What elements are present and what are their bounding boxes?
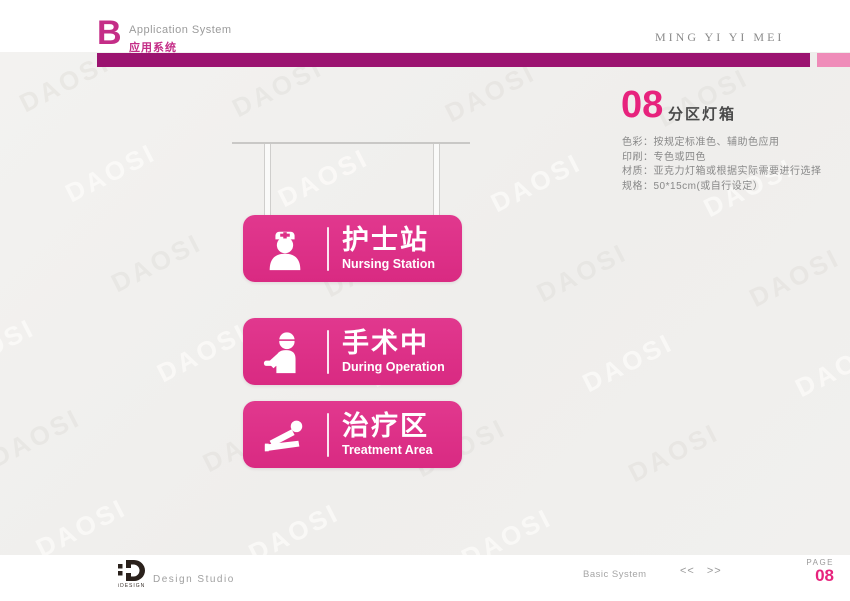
section-letter: B: [97, 16, 122, 50]
logo-wordmark: iDESIGN: [118, 583, 145, 589]
studio-name: Design Studio: [153, 574, 235, 585]
header-bar-light: [817, 53, 850, 67]
sign-label-en: During Operation: [342, 360, 445, 374]
page-indicator: PAGE 08: [806, 558, 834, 586]
patient-bed-icon: [243, 412, 327, 458]
prev-page-button[interactable]: <<: [680, 565, 695, 577]
vi-manual-page: DAOSIDAOSIDAOSIDAOSIDAOSIDAOSIDAOSIDAOSI…: [0, 0, 850, 601]
watermark-layer: DAOSIDAOSIDAOSIDAOSIDAOSIDAOSIDAOSIDAOSI…: [0, 52, 850, 555]
hanging-rod-left: [264, 144, 271, 216]
item-title: 分区灯箱: [668, 103, 736, 124]
header-bar-dark: [97, 53, 810, 67]
next-page-button[interactable]: >>: [707, 565, 722, 577]
sign-label-zh: 手术中: [342, 330, 445, 357]
sign-treatment-area: 治疗区 Treatment Area: [243, 401, 462, 468]
sign-label-en: Treatment Area: [342, 443, 433, 457]
nurse-icon: [243, 226, 327, 272]
spec-size: 规格：50*15cm(或自行设定）: [622, 180, 822, 195]
spec-color: 色彩：按规定标准色、辅助色应用: [622, 136, 822, 151]
sign-divider: [327, 413, 329, 457]
sign-label-zh: 护士站: [342, 227, 435, 254]
item-number: 08: [621, 86, 663, 124]
brand-name: MING YI YI MEI: [655, 30, 784, 45]
spec-material: 材质：亚克力灯箱或根据实际需要进行选择: [622, 165, 822, 180]
system-label: Basic System: [583, 569, 647, 580]
content-background: DAOSIDAOSIDAOSIDAOSIDAOSIDAOSIDAOSIDAOSI…: [0, 52, 850, 555]
sign-divider: [327, 330, 329, 374]
hanging-rod-right: [433, 144, 440, 216]
sign-label-zh: 治疗区: [342, 413, 433, 440]
sign-divider: [327, 227, 329, 271]
page-number: 08: [806, 567, 834, 586]
pagination: << >>: [680, 565, 734, 577]
spec-print: 印刷：专色或四色: [622, 151, 822, 166]
sign-nursing-station: 护士站 Nursing Station: [243, 215, 462, 282]
spec-list: 色彩：按规定标准色、辅助色应用 印刷：专色或四色 材质：亚克力灯箱或根据实际需要…: [622, 136, 822, 194]
sign-label-en: Nursing Station: [342, 257, 435, 271]
surgeon-icon: [243, 329, 327, 375]
section-title-en: Application System: [129, 24, 232, 36]
sign-during-operation: 手术中 During Operation: [243, 318, 462, 385]
